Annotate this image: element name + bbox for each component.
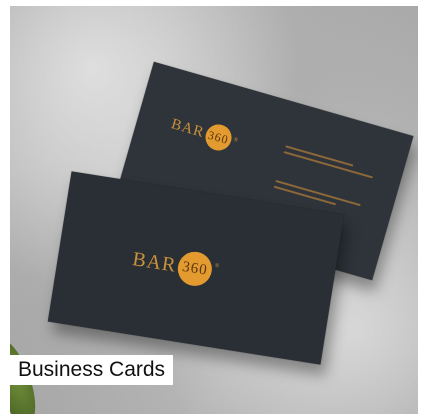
- logo-disc: 360: [175, 249, 215, 289]
- bar360-logo: BAR 360 ®: [168, 111, 242, 155]
- bar360-logo: BAR 360 ®: [130, 242, 222, 289]
- logo-number: 360: [206, 127, 231, 147]
- tile-caption[interactable]: Business Cards: [10, 355, 174, 385]
- business-cards-photo[interactable]: BAR 360 ® BAR 360 ®: [10, 6, 418, 414]
- logo-word: BAR: [130, 247, 179, 277]
- logo-trademark: ®: [232, 136, 240, 145]
- product-category-tile[interactable]: BAR 360 ® BAR 360 ® Business Cards: [0, 0, 421, 417]
- logo-disc: 360: [202, 121, 235, 154]
- contact-lines-top: [283, 145, 375, 182]
- contact-line: [275, 179, 361, 207]
- contact-line: [283, 151, 373, 179]
- logo-number: 360: [181, 258, 209, 279]
- logo-word: BAR: [169, 115, 207, 141]
- logo-trademark: ®: [214, 262, 221, 270]
